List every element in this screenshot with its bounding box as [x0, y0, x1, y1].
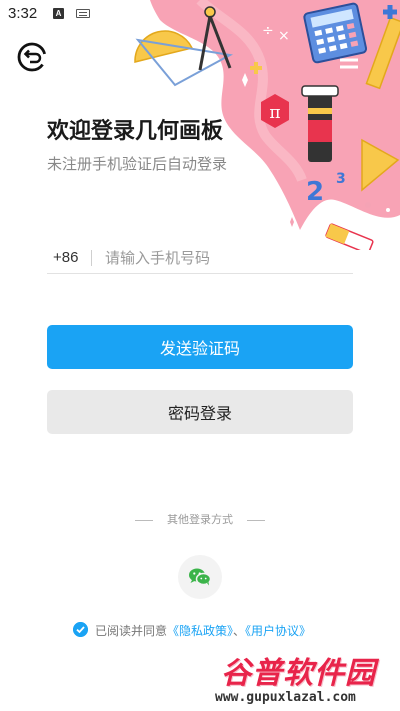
agreement-prefix: 已阅读并同意	[95, 624, 168, 638]
country-code[interactable]: +86	[53, 249, 78, 266]
phone-divider	[91, 250, 92, 266]
status-time: 3:32	[8, 5, 38, 22]
page-title: 欢迎登录几何画板	[47, 119, 224, 144]
other-login-section: 其他登录方式	[0, 511, 400, 527]
svg-text:π: π	[269, 103, 280, 123]
phone-input-row: +86	[47, 243, 353, 274]
other-login-label: 其他登录方式	[167, 513, 233, 526]
watermark-url: www.gupuxlazal.com	[215, 690, 356, 705]
agreement-text: 已阅读并同意《隐私政策》、《用户协议》	[95, 622, 311, 639]
send-code-button[interactable]: 发送验证码	[47, 325, 353, 369]
svg-text:×: ×	[278, 28, 290, 44]
user-agreement-link[interactable]: 《用户协议》	[245, 624, 311, 638]
svg-text:2: 2	[306, 177, 324, 207]
privacy-policy-link[interactable]: 《隐私政策》	[167, 624, 233, 638]
phone-input[interactable]	[105, 245, 345, 271]
watermark: 谷普软件园 www.gupuxlazal.com	[215, 648, 400, 711]
agreement-row: 已阅读并同意《隐私政策》、《用户协议》	[73, 620, 373, 640]
keyboard-icon	[76, 9, 90, 18]
password-login-button[interactable]: 密码登录	[47, 390, 353, 434]
agreement-separator: 、	[233, 624, 246, 638]
svg-text:3: 3	[336, 171, 346, 187]
wechat-login-button[interactable]	[178, 555, 222, 599]
page-subtitle: 未注册手机验证后自动登录	[47, 155, 228, 173]
divider-left	[135, 519, 153, 521]
watermark-brand: 谷普软件园	[221, 656, 376, 691]
calculator-icon	[303, 2, 368, 64]
svg-text:÷: ÷	[262, 23, 274, 39]
a-badge-icon: A	[53, 8, 64, 19]
wechat-icon	[189, 568, 212, 586]
divider-right	[247, 519, 265, 521]
check-circle-icon[interactable]	[73, 622, 88, 637]
back-icon[interactable]	[16, 41, 48, 73]
